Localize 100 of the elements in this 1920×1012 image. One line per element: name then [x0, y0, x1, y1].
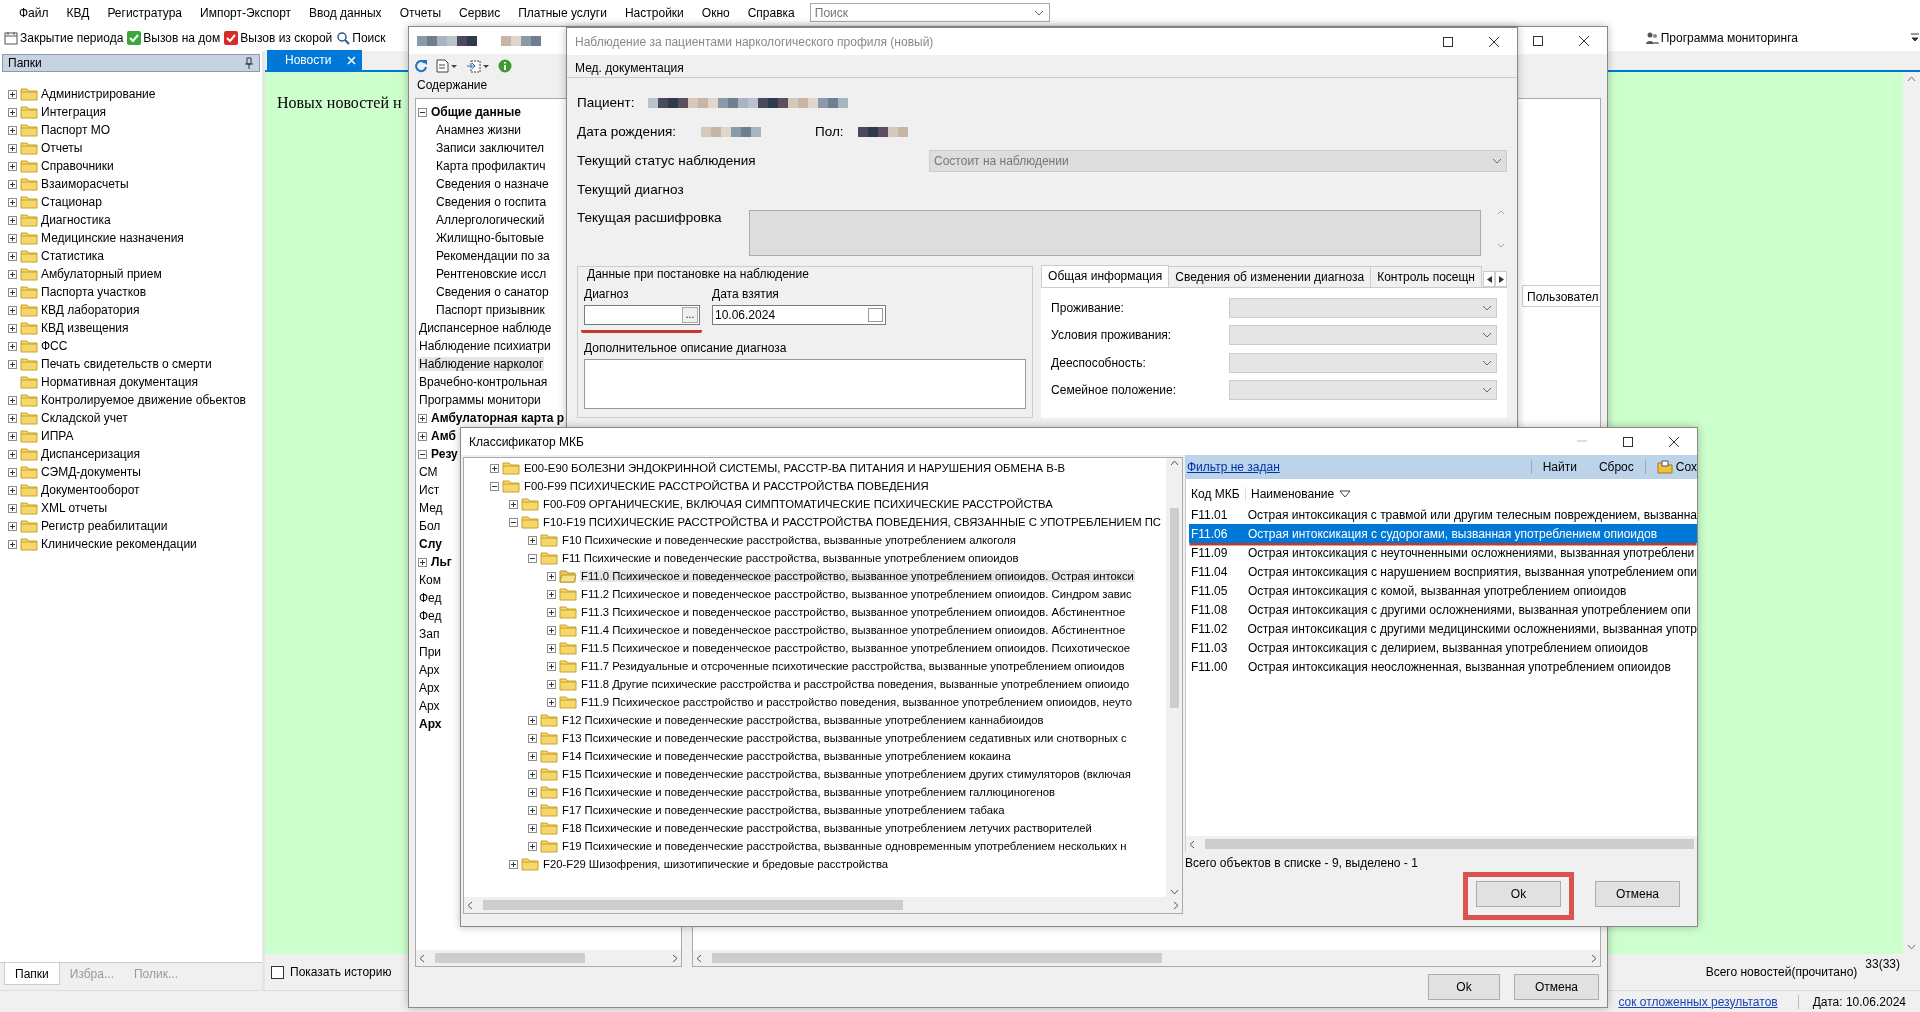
menu-item[interactable]: Окно	[692, 5, 739, 20]
left-arrow-icon[interactable]	[1486, 275, 1492, 283]
tab[interactable]: Общая информация	[1041, 265, 1170, 287]
collapse-icon[interactable]	[418, 449, 427, 459]
list-row[interactable]: F11.08 Острая интоксикация с другими осложнениями, вызванная употреблением опи	[1189, 600, 1697, 619]
collapse-icon[interactable]	[528, 553, 537, 563]
tree-item[interactable]: F10 Психические и поведенческие расстройства, вызванные употреблением алкоголя	[561, 534, 1017, 546]
dropdown-field[interactable]	[1229, 325, 1497, 346]
tree-item[interactable]: Клинические рекомендации	[41, 537, 197, 551]
tree-item[interactable]: Паспорт призывник	[435, 303, 546, 317]
tree-item[interactable]: Диспансеризация	[41, 447, 140, 461]
scrollbar[interactable]	[464, 897, 1182, 913]
tree-item[interactable]: Резу	[430, 447, 459, 461]
tree-item[interactable]: Паспорта участков	[41, 285, 147, 299]
tree-item[interactable]: Ком	[418, 573, 442, 587]
sort-icon[interactable]	[1339, 490, 1352, 498]
expand-icon[interactable]	[8, 305, 17, 315]
expand-icon[interactable]	[8, 341, 17, 351]
scroll-right-icon[interactable]	[672, 953, 678, 963]
close-icon[interactable]	[1488, 35, 1500, 48]
calendar-icon[interactable]	[868, 308, 883, 322]
tree-item[interactable]: ИПРА	[41, 429, 74, 443]
ok-button[interactable]: Ok	[1428, 974, 1500, 1000]
tree-item[interactable]: Анамнез жизни	[435, 123, 522, 137]
collapse-icon[interactable]	[509, 517, 518, 527]
tree-item[interactable]: Фед	[418, 609, 443, 623]
expand-icon[interactable]	[547, 589, 556, 599]
column-header[interactable]: Код МКБ	[1186, 487, 1246, 501]
expand-icon[interactable]	[8, 143, 17, 153]
expand-icon[interactable]	[528, 769, 537, 779]
expand-icon[interactable]	[8, 233, 17, 243]
tree-item[interactable]: Стационар	[41, 195, 102, 209]
expand-icon[interactable]	[8, 125, 17, 135]
tree-item[interactable]: ФСС	[41, 339, 68, 353]
maximize-icon[interactable]	[1622, 435, 1634, 448]
ok-button[interactable]: Ok	[1476, 881, 1561, 907]
expand-icon[interactable]	[509, 499, 518, 509]
expand-icon[interactable]	[547, 679, 556, 689]
tree-item[interactable]: F11.4 Психическое и поведенческое расстройство, вызванное употреблением опиоидов. Абстинентное	[580, 624, 1127, 636]
scrollbar[interactable]	[1186, 836, 1697, 852]
tree-item[interactable]: Общие данные	[430, 105, 522, 119]
list-row[interactable]: F11.02 Острая интоксикация с другими медицинскими осложнениями, вызванная употр	[1189, 619, 1697, 638]
expand-icon[interactable]	[528, 787, 537, 797]
right-arrow-icon[interactable]	[1498, 275, 1504, 283]
expand-icon[interactable]	[8, 107, 17, 117]
tree-item[interactable]: Врачебно-контрольная	[418, 375, 549, 389]
tree-item[interactable]: F11.0 Психическое и поведенческое расстройство, вызванное употреблением опиоидов. Острая интокси	[580, 570, 1135, 582]
tree-item[interactable]: Карта профилактич	[435, 159, 547, 173]
tree-item[interactable]: Нормативная документация	[41, 375, 198, 389]
expand-icon[interactable]	[8, 521, 17, 531]
tree-item[interactable]: F11.3 Психическое и поведенческое расстройство, вызванное употреблением опиоидов. Абстинентное	[580, 606, 1127, 618]
tree-item[interactable]: Отчеты	[41, 141, 83, 155]
toolbar-button[interactable]: Закрытие периода	[2, 27, 126, 49]
menu-item[interactable]: Регистратура	[98, 5, 192, 20]
tree-item[interactable]: F13 Психические и поведенческие расстройства, вызванные употреблением седативных или снотворных с	[561, 732, 1128, 744]
tree-item[interactable]: КВД извещения	[41, 321, 129, 335]
expand-icon[interactable]	[528, 841, 537, 851]
expand-icon[interactable]	[490, 463, 499, 473]
expand-icon[interactable]	[8, 359, 17, 369]
dropdown-field[interactable]	[1229, 297, 1497, 318]
date-field[interactable]: 10.06.2024	[712, 305, 886, 325]
toolbar-button[interactable]: Сброс	[1587, 460, 1645, 474]
tree-item[interactable]: Арх	[418, 681, 441, 695]
scroll-right-icon[interactable]	[1591, 953, 1597, 963]
expand-icon[interactable]	[418, 413, 427, 423]
cancel-button[interactable]: Отмена	[1595, 881, 1680, 907]
news-tab[interactable]: Новости	[267, 50, 362, 70]
expand-icon[interactable]	[8, 449, 17, 459]
tree-item[interactable]: F10-F19 ПСИХИЧЕСКИЕ РАССТРОЙСТВА И РАССТРОЙСТВА ПОВЕДЕНИЯ, СВЯЗАННЫЕ С УПОТРЕБЛЕНИЕМ ПС	[542, 516, 1163, 528]
tree-item[interactable]: F11.8 Другие психические расстройства и расстройства поведения, вызванные употреблением опиоидо	[580, 678, 1131, 690]
tab-scroll-right[interactable]	[1495, 271, 1507, 287]
dropdown-icon[interactable]	[1482, 304, 1492, 311]
tree-item[interactable]: Администрирование	[41, 87, 156, 101]
dropdown-field[interactable]	[1229, 380, 1497, 401]
tree-item[interactable]: Складской учет	[41, 411, 128, 425]
tree-item[interactable]: F11.7 Резидуальные и отсроченные психотические расстройства, вызванные употреблением опиоидов	[580, 660, 1126, 672]
close-icon[interactable]	[1578, 34, 1590, 47]
tree-item[interactable]: F11.5 Психическое и поведенческое расстройство, вызванное употреблением опиоидов. Психотическое	[580, 642, 1132, 654]
tree-item[interactable]: E00-E90 БОЛЕЗНИ ЭНДОКРИННОЙ СИСТЕМЫ, РАССТР-ВА ПИТАНИЯ И НАРУШЕНИЯ ОБМЕНА В-В	[523, 462, 1067, 474]
tab[interactable]: Сведения об изменении диагноза	[1168, 266, 1372, 287]
tree-item[interactable]: F19 Психические и поведенческие расстройства, вызванные одновременным употреблением нескольких н	[561, 840, 1128, 852]
tree-item[interactable]: При	[418, 645, 442, 659]
expand-icon[interactable]	[8, 539, 17, 549]
tree-item[interactable]: Документооборот	[41, 483, 140, 497]
tree-item[interactable]: F11 Психические и поведенческие расстройства, вызванные употреблением опиоидов	[561, 552, 1020, 564]
document-icon[interactable]	[436, 59, 458, 73]
search-field[interactable]: Поиск	[809, 3, 1050, 22]
expand-icon[interactable]	[8, 269, 17, 279]
tree-item[interactable]: Сведения о санатор	[435, 285, 550, 299]
tree-item[interactable]: Рекомендации по за	[435, 249, 551, 263]
tree-item[interactable]: Аллергологический	[435, 213, 546, 227]
overflow-icon[interactable]	[1910, 32, 1920, 44]
menu-item[interactable]: Ввод данных	[300, 5, 391, 20]
maximize-icon[interactable]	[1532, 34, 1544, 47]
scroll-left-icon[interactable]	[467, 900, 473, 910]
expand-icon[interactable]	[547, 697, 556, 707]
filter-link[interactable]: Фильтр не задан	[1187, 460, 1280, 474]
expand-icon[interactable]	[547, 625, 556, 635]
show-history-checkbox[interactable]: Показать историю	[271, 965, 392, 979]
pin-icon[interactable]	[244, 57, 254, 69]
